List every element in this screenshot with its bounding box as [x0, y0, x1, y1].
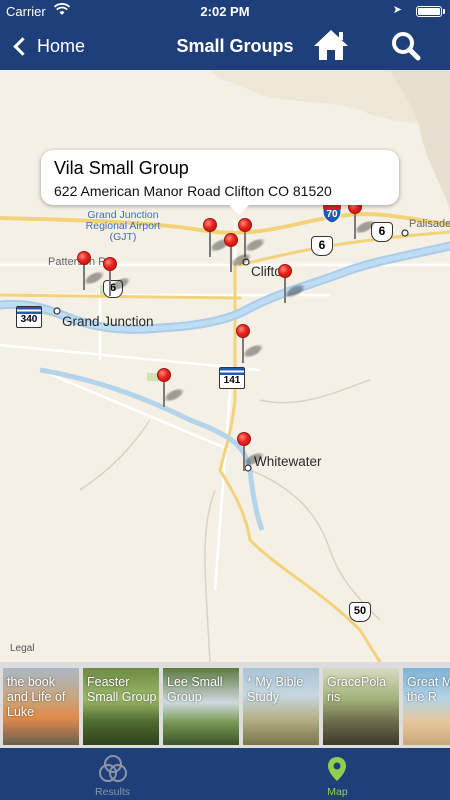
- location-arrow-icon: ➤: [392, 4, 402, 16]
- group-card-title: Feaster Small Group: [87, 675, 157, 704]
- legal-link[interactable]: Legal: [10, 643, 34, 654]
- back-button-label: Home: [37, 35, 86, 56]
- clock: 2:02 PM: [200, 4, 250, 19]
- status-bar: Carrier 2:02 PM ➤: [0, 0, 450, 22]
- map-pin[interactable]: [236, 324, 265, 364]
- co141-label: 141: [223, 375, 241, 386]
- tab-map-label: Map: [327, 786, 348, 798]
- group-card-strip[interactable]: the book and Life of Luke Feaster Small …: [0, 662, 450, 748]
- grand-junction-label: Grand Junction: [62, 314, 154, 329]
- map-pin[interactable]: [77, 251, 106, 291]
- airport-label: Grand Junction Regional Airport (GJT): [85, 209, 161, 243]
- map-pin[interactable]: [224, 233, 253, 273]
- back-button[interactable]: Home: [12, 32, 85, 60]
- group-card[interactable]: the book and Life of Luke: [3, 668, 79, 745]
- map-pin[interactable]: [348, 200, 377, 240]
- nav-bar: Home Small Groups: [0, 22, 450, 70]
- us6-east-label: 6: [378, 224, 386, 238]
- group-card[interactable]: Feaster Small Group: [83, 668, 159, 745]
- group-card[interactable]: Great M of the R: [403, 668, 450, 745]
- i70-shield: 70: [321, 202, 343, 224]
- group-card-title: Lee Small Group: [167, 675, 223, 704]
- map-pin[interactable]: [278, 264, 307, 304]
- pin-callout[interactable]: Vila Small Group 622 American Manor Road…: [41, 150, 399, 215]
- us6-label: 6: [318, 238, 326, 252]
- page-title: Small Groups: [176, 36, 294, 56]
- tab-results[interactable]: Results: [0, 748, 225, 800]
- co141-shield: 141: [219, 367, 245, 389]
- results-icon: [99, 755, 127, 782]
- palisade-label: Palisade: [409, 218, 450, 230]
- group-card[interactable]: GracePola ris: [323, 668, 399, 745]
- search-button[interactable]: [390, 30, 422, 62]
- chevron-left-icon: [13, 36, 32, 56]
- group-card[interactable]: Lee Small Group: [163, 668, 239, 745]
- tab-bar: Results Map: [0, 748, 450, 800]
- us50-shield: 50: [349, 602, 371, 622]
- co340-shield: 340: [16, 306, 42, 328]
- co340-label: 340: [20, 314, 38, 325]
- callout-address: 622 American Manor Road Clifton CO 81520: [54, 183, 332, 199]
- search-icon: [392, 32, 421, 61]
- group-card[interactable]: * My Bible Study: [243, 668, 319, 745]
- map-pin[interactable]: [238, 218, 267, 258]
- map-marker-icon: [328, 757, 346, 781]
- whitewater-label: Whitewater: [254, 454, 322, 469]
- us6-shield: 6: [311, 236, 333, 256]
- group-card-title: * My Bible Study: [247, 675, 304, 704]
- home-icon: [314, 30, 348, 60]
- group-card-title: GracePola ris: [327, 675, 387, 704]
- group-card-title: Great M of the R: [407, 675, 450, 704]
- map-view[interactable]: 70 6 6 6 340 141 50 Grand Junction Regio…: [0, 70, 450, 662]
- callout-title: Vila Small Group: [54, 158, 189, 178]
- map-pin[interactable]: [157, 368, 186, 408]
- i70-label: 70: [326, 209, 338, 220]
- tab-results-label: Results: [94, 786, 130, 798]
- battery-icon: [416, 6, 445, 17]
- group-card-title: the book and Life of Luke: [7, 675, 66, 719]
- map-pin[interactable]: [237, 432, 266, 472]
- colorado-flag-icon: [17, 307, 41, 314]
- us50-label: 50: [353, 605, 367, 617]
- colorado-flag-icon: [220, 368, 244, 375]
- us6-shield-east: 6: [371, 222, 393, 242]
- map-pin[interactable]: [103, 257, 132, 297]
- map-pin[interactable]: [203, 218, 232, 258]
- tab-map[interactable]: Map: [225, 748, 450, 800]
- home-button[interactable]: [312, 28, 350, 62]
